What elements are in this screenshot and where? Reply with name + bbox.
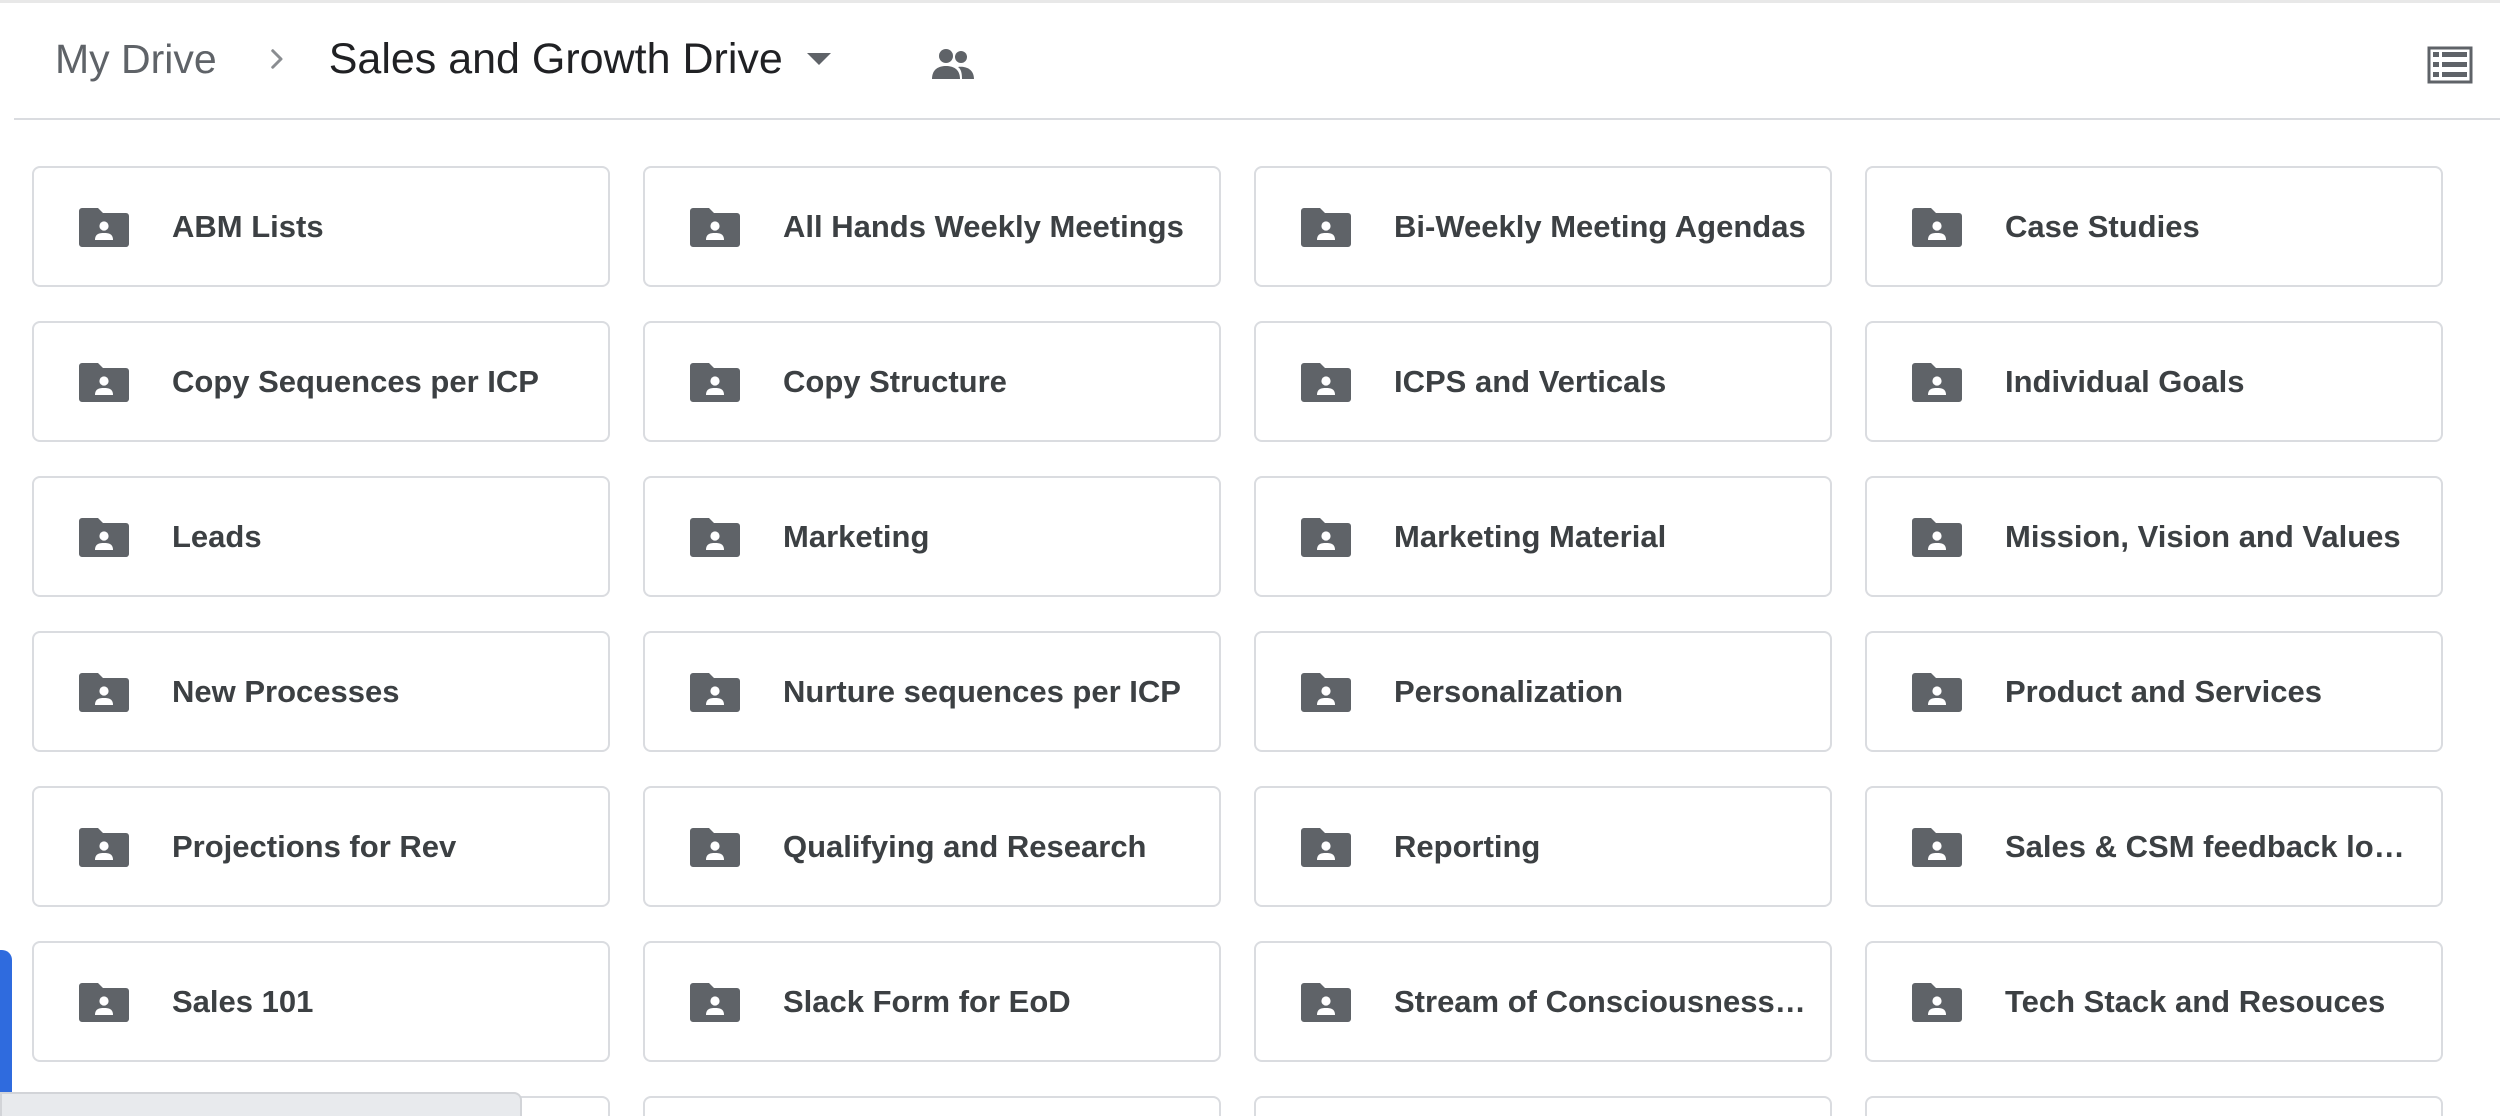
shared-folder-icon bbox=[78, 205, 130, 249]
folder-card[interactable]: Personalization bbox=[1254, 631, 1832, 752]
folder-card[interactable]: Leads bbox=[32, 476, 610, 597]
folder-name: Qualifying and Research bbox=[783, 828, 1147, 864]
folder-name: Product and Services bbox=[2005, 673, 2323, 709]
shared-folder-icon bbox=[689, 515, 741, 559]
shared-folder-icon bbox=[1911, 360, 1963, 404]
folder-name: Copy Structure bbox=[783, 363, 1007, 399]
folder-card[interactable]: Case Studies bbox=[1865, 166, 2443, 287]
shared-folder-icon bbox=[1300, 515, 1352, 559]
folder-name: Projections for Rev bbox=[172, 828, 457, 864]
folder-name: Sales 101 bbox=[172, 983, 314, 1019]
shared-folder-icon bbox=[1911, 670, 1963, 714]
shared-folder-icon bbox=[1911, 980, 1963, 1024]
folder-card[interactable]: Slack Form for EoD bbox=[643, 941, 1221, 1062]
folder-name: New Processes bbox=[172, 673, 400, 709]
folder-card[interactable]: Nurture sequences per ICP bbox=[643, 631, 1221, 752]
shared-folder-icon bbox=[78, 515, 130, 559]
folder-name: Copy Sequences per ICP bbox=[172, 363, 539, 399]
folder-card[interactable]: Bi-Weekly Meeting Agendas bbox=[1254, 166, 1832, 287]
folder-card-partial[interactable] bbox=[1865, 1096, 2443, 1116]
folder-card[interactable]: Product and Services bbox=[1865, 631, 2443, 752]
folder-name: ABM Lists bbox=[172, 208, 324, 244]
folder-card[interactable]: Stream of Consciousness ... bbox=[1254, 941, 1832, 1062]
folder-name: Reporting bbox=[1394, 828, 1541, 864]
folder-card[interactable]: ICPS and Verticals bbox=[1254, 321, 1832, 442]
folder-card[interactable]: Marketing bbox=[643, 476, 1221, 597]
folder-name: Mission, Vision and Values bbox=[2005, 518, 2401, 554]
shared-folder-icon bbox=[689, 205, 741, 249]
shared-folder-icon bbox=[1300, 205, 1352, 249]
folder-card[interactable]: Copy Sequences per ICP bbox=[32, 321, 610, 442]
folder-card-partial[interactable] bbox=[643, 1096, 1221, 1116]
folder-name: All Hands Weekly Meetings bbox=[783, 208, 1184, 244]
shared-folder-icon bbox=[1300, 980, 1352, 1024]
folder-card-partial[interactable] bbox=[1254, 1096, 1832, 1116]
folder-name: Leads bbox=[172, 518, 262, 554]
folder-card[interactable]: Sales 101 bbox=[32, 941, 610, 1062]
shared-folder-icon bbox=[1911, 825, 1963, 869]
breadcrumb-current-drive[interactable]: Sales and Growth Drive bbox=[329, 35, 839, 84]
folder-name: Personalization bbox=[1394, 673, 1624, 709]
breadcrumb: My Drive Sales and Growth Drive bbox=[53, 29, 839, 89]
shared-folder-icon bbox=[78, 825, 130, 869]
folder-name: ICPS and Verticals bbox=[1394, 363, 1667, 399]
bottom-panel-edge bbox=[0, 1092, 522, 1116]
folder-name: Sales & CSM feedback loo... bbox=[2005, 828, 2419, 864]
folder-card[interactable]: New Processes bbox=[32, 631, 610, 752]
folder-name: Nurture sequences per ICP bbox=[783, 673, 1181, 709]
folder-name: Stream of Consciousness ... bbox=[1394, 983, 1810, 1019]
folder-grid: ABM Lists All Hands Weekly Meetings Bi-W… bbox=[32, 166, 2443, 1116]
shared-folder-icon bbox=[78, 980, 130, 1024]
folder-card[interactable]: Mission, Vision and Values bbox=[1865, 476, 2443, 597]
chevron-right-icon bbox=[247, 29, 307, 89]
folder-name: Slack Form for EoD bbox=[783, 983, 1071, 1019]
folder-card[interactable]: Reporting bbox=[1254, 786, 1832, 907]
shared-folder-icon bbox=[1911, 205, 1963, 249]
drive-page: My Drive Sales and Growth Drive ABM List… bbox=[0, 0, 2500, 1116]
folder-card[interactable]: Marketing Material bbox=[1254, 476, 1832, 597]
folder-card[interactable]: Sales & CSM feedback loo... bbox=[1865, 786, 2443, 907]
folder-name: Marketing bbox=[783, 518, 930, 554]
current-drive-label: Sales and Growth Drive bbox=[328, 34, 783, 83]
folder-name: Individual Goals bbox=[2005, 363, 2245, 399]
folder-name: Case Studies bbox=[2005, 208, 2200, 244]
arrow-drop-down-icon[interactable] bbox=[799, 39, 839, 79]
folder-name: Bi-Weekly Meeting Agendas bbox=[1394, 208, 1806, 244]
shared-folder-icon bbox=[689, 670, 741, 714]
list-view-icon[interactable] bbox=[2422, 37, 2478, 93]
folder-card[interactable]: Individual Goals bbox=[1865, 321, 2443, 442]
shared-folder-icon bbox=[1911, 515, 1963, 559]
shared-folder-icon bbox=[689, 360, 741, 404]
shared-folder-icon bbox=[689, 825, 741, 869]
folder-name: Tech Stack and Resouces bbox=[2005, 983, 2386, 1019]
shared-folder-icon bbox=[78, 670, 130, 714]
shared-folder-icon bbox=[78, 360, 130, 404]
folder-card[interactable]: ABM Lists bbox=[32, 166, 610, 287]
shared-folder-icon bbox=[1300, 360, 1352, 404]
people-icon[interactable] bbox=[928, 39, 978, 89]
breadcrumb-my-drive[interactable]: My Drive bbox=[53, 32, 219, 87]
folder-card[interactable]: All Hands Weekly Meetings bbox=[643, 166, 1221, 287]
folder-name: Marketing Material bbox=[1394, 518, 1667, 554]
folder-card[interactable]: Copy Structure bbox=[643, 321, 1221, 442]
shared-folder-icon bbox=[689, 980, 741, 1024]
header-divider bbox=[14, 118, 2500, 120]
shared-folder-icon bbox=[1300, 825, 1352, 869]
shared-folder-icon bbox=[1300, 670, 1352, 714]
folder-card[interactable]: Qualifying and Research bbox=[643, 786, 1221, 907]
folder-card[interactable]: Tech Stack and Resouces bbox=[1865, 941, 2443, 1062]
header-bar: My Drive Sales and Growth Drive bbox=[0, 3, 2500, 119]
folder-card[interactable]: Projections for Rev bbox=[32, 786, 610, 907]
